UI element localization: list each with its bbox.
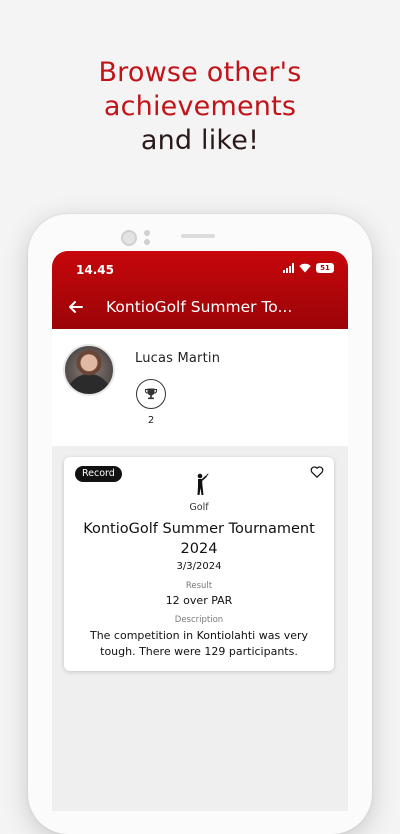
- back-arrow-icon[interactable]: [66, 297, 86, 317]
- golfer-icon: [197, 473, 209, 495]
- avatar[interactable]: [63, 344, 115, 396]
- description-text: The competition in Kontiolahti was very …: [89, 629, 309, 658]
- signal-icon: [283, 263, 294, 273]
- trophy-icon: [144, 388, 158, 400]
- battery-icon: 51: [316, 263, 334, 273]
- wifi-icon: [299, 263, 311, 273]
- record-badge: Record: [75, 466, 122, 482]
- achievement-card[interactable]: Record Golf KontioGolf Summer Tournament…: [64, 457, 334, 671]
- proximity-sensor: [144, 230, 150, 236]
- result-label: Result: [185, 581, 213, 591]
- result-value: 12 over PAR: [165, 594, 233, 607]
- promo-heading: Browse other's achievements and like!: [0, 56, 400, 158]
- profile-name: Lucas Martin: [135, 351, 221, 366]
- sport-label: Golf: [189, 502, 209, 513]
- achievement-title: KontioGolf Summer Tournament 2024: [83, 521, 315, 557]
- heart-outline-icon[interactable]: [310, 465, 324, 479]
- description-label: Description: [174, 615, 224, 625]
- app-screen: 14.45 51 KontioGolf Summer To... Lucas M…: [52, 251, 348, 811]
- trophies-button[interactable]: [136, 379, 166, 409]
- app-bar: 14.45 51 KontioGolf Summer To...: [52, 251, 348, 329]
- page-title: KontioGolf Summer To...: [106, 298, 293, 316]
- promo-line-2: achievements: [103, 91, 297, 122]
- light-sensor: [144, 239, 150, 245]
- profile-section: Lucas Martin 2: [52, 329, 348, 446]
- status-time: 14.45: [76, 263, 114, 277]
- earpiece-speaker: [181, 234, 215, 238]
- promo-line-1: Browse other's: [98, 57, 302, 88]
- trophy-count: 2: [147, 415, 155, 426]
- front-camera: [121, 230, 137, 246]
- status-icons: 51: [283, 263, 334, 273]
- promo-line-3: and like!: [140, 125, 260, 156]
- achievement-date: 3/3/2024: [176, 561, 222, 572]
